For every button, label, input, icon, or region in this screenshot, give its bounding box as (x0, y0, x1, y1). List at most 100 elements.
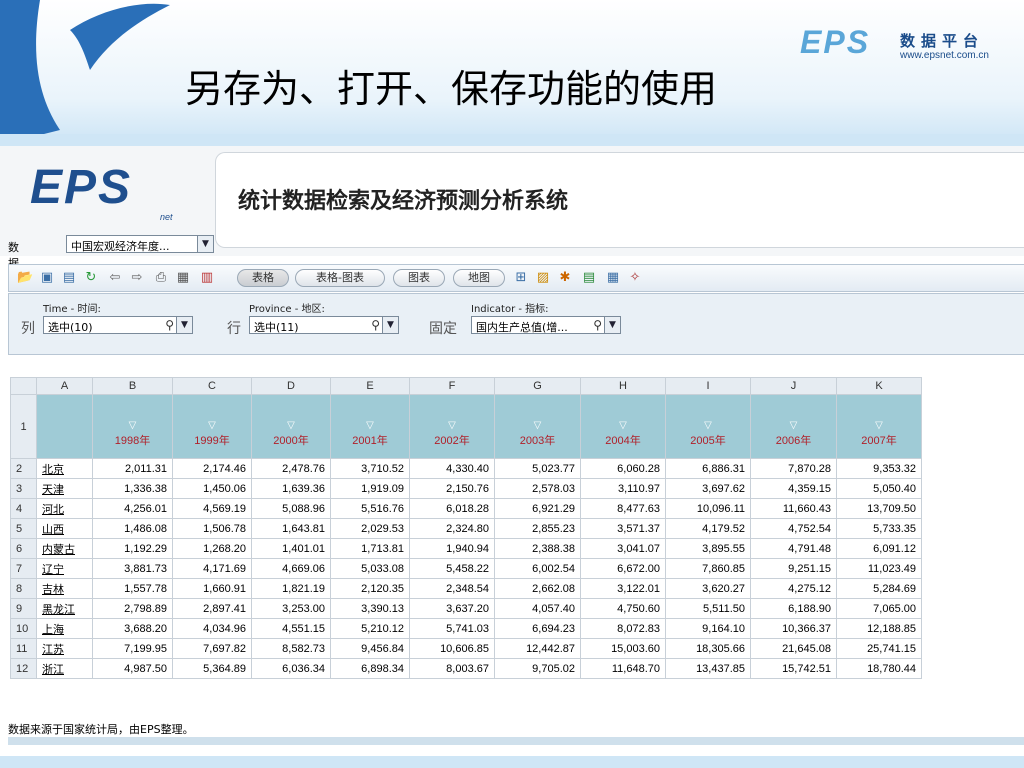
data-cell[interactable]: 1,506.78 (172, 518, 252, 539)
data-cell[interactable]: 2,388.38 (494, 538, 581, 559)
data-cell[interactable]: 3,571.37 (580, 518, 666, 539)
chevron-down-icon[interactable]: ▼ (382, 317, 398, 333)
column-header[interactable]: F (409, 377, 495, 395)
search-icon[interactable]: ⚲ (371, 317, 380, 333)
data-cell[interactable]: 6,672.00 (580, 558, 666, 579)
data-cell[interactable]: 2,897.41 (172, 598, 252, 619)
data-cell[interactable]: 8,477.63 (580, 498, 666, 519)
column-header[interactable]: K (836, 377, 922, 395)
data-cell[interactable]: 3,895.55 (665, 538, 751, 559)
fixed-dimension-select[interactable]: 国内生产总值(增... ⚲ ▼ (471, 316, 621, 334)
data-cell[interactable]: 6,018.28 (409, 498, 495, 519)
data-cell[interactable]: 2,798.89 (92, 598, 173, 619)
data-cell[interactable]: 12,442.87 (494, 638, 581, 659)
settings-icon[interactable]: ✱ (557, 270, 573, 286)
data-cell[interactable]: 5,733.35 (836, 518, 922, 539)
sort-arrow-icon[interactable]: ▽ (500, 420, 575, 432)
empty-header-cell[interactable] (36, 394, 93, 459)
data-cell[interactable]: 5,284.69 (836, 578, 922, 599)
column-header[interactable]: I (665, 377, 751, 395)
province-link[interactable]: 山西 (36, 518, 93, 539)
data-cell[interactable]: 1,450.06 (172, 478, 252, 499)
column-dimension-select[interactable]: 选中(10) ⚲ ▼ (43, 316, 193, 334)
column-header[interactable]: H (580, 377, 666, 395)
data-cell[interactable]: 8,582.73 (251, 638, 331, 659)
row-number[interactable]: 6 (10, 538, 37, 559)
data-cell[interactable]: 6,036.34 (251, 658, 331, 679)
data-cell[interactable]: 1,336.38 (92, 478, 173, 499)
sort-arrow-icon[interactable]: ▽ (336, 420, 404, 432)
row-number[interactable]: 12 (10, 658, 37, 679)
data-cell[interactable]: 2,150.76 (409, 478, 495, 499)
data-cell[interactable]: 7,697.82 (172, 638, 252, 659)
data-cell[interactable]: 18,780.44 (836, 658, 922, 679)
data-cell[interactable]: 3,390.13 (330, 598, 410, 619)
database-select[interactable]: 中国宏观经济年度... ▼ (66, 235, 214, 253)
data-cell[interactable]: 1,713.81 (330, 538, 410, 559)
row-number[interactable]: 9 (10, 598, 37, 619)
data-cell[interactable]: 6,898.34 (330, 658, 410, 679)
grid-icon[interactable]: ▦ (605, 270, 621, 286)
row-number[interactable]: 8 (10, 578, 37, 599)
sort-arrow-icon[interactable]: ▽ (257, 420, 325, 432)
data-cell[interactable]: 2,348.54 (409, 578, 495, 599)
column-header[interactable]: J (750, 377, 837, 395)
province-link[interactable]: 上海 (36, 618, 93, 639)
province-link[interactable]: 浙江 (36, 658, 93, 679)
data-cell[interactable]: 3,697.62 (665, 478, 751, 499)
data-cell[interactable]: 5,088.96 (251, 498, 331, 519)
data-cell[interactable]: 3,620.27 (665, 578, 751, 599)
row-number[interactable]: 11 (10, 638, 37, 659)
data-cell[interactable]: 3,688.20 (92, 618, 173, 639)
compass-icon[interactable]: ✧ (627, 270, 643, 286)
row-number[interactable]: 2 (10, 458, 37, 479)
data-cell[interactable]: 1,486.08 (92, 518, 173, 539)
year-header-cell[interactable]: ▽ 2000年 (251, 394, 331, 459)
data-cell[interactable]: 13,437.85 (665, 658, 751, 679)
data-cell[interactable]: 3,710.52 (330, 458, 410, 479)
chevron-down-icon[interactable]: ▼ (604, 317, 620, 333)
year-header-cell[interactable]: ▽ 2002年 (409, 394, 495, 459)
data-cell[interactable]: 5,364.89 (172, 658, 252, 679)
data-cell[interactable]: 4,359.15 (750, 478, 837, 499)
data-cell[interactable]: 6,694.23 (494, 618, 581, 639)
year-header-cell[interactable]: ▽ 1999年 (172, 394, 252, 459)
province-link[interactable]: 北京 (36, 458, 93, 479)
back-arrow-icon[interactable]: ⇦ (107, 270, 123, 286)
data-cell[interactable]: 10,606.85 (409, 638, 495, 659)
data-cell[interactable]: 1,940.94 (409, 538, 495, 559)
row-number[interactable]: 1 (10, 394, 37, 459)
year-header-cell[interactable]: ▽ 2004年 (580, 394, 666, 459)
province-link[interactable]: 黑龙江 (36, 598, 93, 619)
data-cell[interactable]: 8,072.83 (580, 618, 666, 639)
data-cell[interactable]: 10,366.37 (750, 618, 837, 639)
data-cell[interactable]: 8,003.67 (409, 658, 495, 679)
data-cell[interactable]: 9,705.02 (494, 658, 581, 679)
province-link[interactable]: 江苏 (36, 638, 93, 659)
year-header-cell[interactable]: ▽ 2003年 (494, 394, 581, 459)
province-link[interactable]: 辽宁 (36, 558, 93, 579)
data-cell[interactable]: 4,171.69 (172, 558, 252, 579)
data-cell[interactable]: 1,821.19 (251, 578, 331, 599)
data-cell[interactable]: 4,750.60 (580, 598, 666, 619)
data-cell[interactable]: 12,188.85 (836, 618, 922, 639)
data-cell[interactable]: 10,096.11 (665, 498, 751, 519)
report-icon[interactable]: ▥ (199, 270, 215, 286)
data-cell[interactable]: 5,458.22 (409, 558, 495, 579)
data-cell[interactable]: 4,034.96 (172, 618, 252, 639)
data-cell[interactable]: 2,478.76 (251, 458, 331, 479)
data-cell[interactable]: 6,188.90 (750, 598, 837, 619)
open-folder-icon[interactable]: 📂 (17, 270, 33, 286)
data-cell[interactable]: 9,251.15 (750, 558, 837, 579)
data-cell[interactable]: 7,199.95 (92, 638, 173, 659)
province-link[interactable]: 吉林 (36, 578, 93, 599)
data-cell[interactable]: 1,401.01 (251, 538, 331, 559)
column-header[interactable]: E (330, 377, 410, 395)
data-cell[interactable]: 1,919.09 (330, 478, 410, 499)
year-header-cell[interactable]: ▽ 2006年 (750, 394, 837, 459)
data-cell[interactable]: 5,210.12 (330, 618, 410, 639)
data-cell[interactable]: 4,275.12 (750, 578, 837, 599)
sort-arrow-icon[interactable]: ▽ (842, 420, 916, 432)
data-cell[interactable]: 21,645.08 (750, 638, 837, 659)
data-cell[interactable]: 7,860.85 (665, 558, 751, 579)
